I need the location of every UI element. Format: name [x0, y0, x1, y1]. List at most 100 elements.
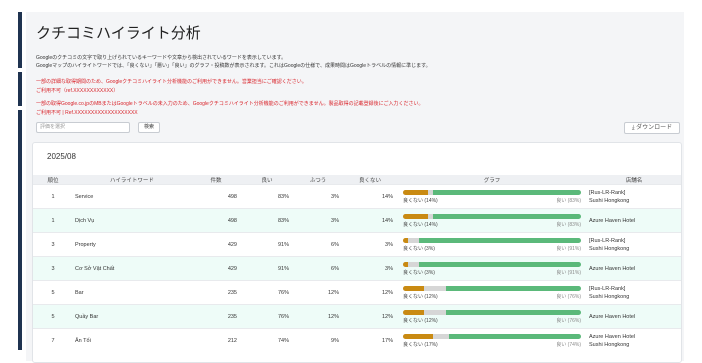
bar-neutral-segment	[424, 285, 446, 291]
cell-word: Property	[73, 232, 191, 257]
search-button[interactable]: 検索	[138, 122, 160, 133]
cell-neutral: 9%	[293, 328, 343, 352]
bar-positive-label: 良い (91%)	[556, 269, 581, 276]
bar-neutral-segment	[408, 237, 419, 243]
cell-good: 83%	[241, 184, 293, 209]
bar-positive-segment	[419, 237, 581, 243]
bar-positive-segment	[433, 189, 581, 195]
table-row[interactable]: 5 Bar 235 76% 12% 12% 良くない (12%) 良い (76%) [Rus-L…	[33, 280, 681, 305]
header-rank[interactable]: 順位	[33, 175, 73, 185]
cell-neutral: 6%	[293, 256, 343, 281]
cell-graph: 良くない (3%) 良い (91%)	[397, 256, 587, 281]
download-button[interactable]: ⤓ ダウンロード	[624, 122, 680, 134]
cell-good: 74%	[241, 328, 293, 352]
sidebar-marker	[18, 106, 22, 110]
bar-positive-segment	[433, 213, 581, 219]
bar-negative-segment	[403, 309, 425, 315]
cell-rank: 5	[33, 304, 73, 329]
bar-negative-segment	[403, 333, 434, 339]
cell-store: [Rus-LR-Rank] Sushi Hongkong	[587, 280, 681, 305]
cell-bad: 17%	[343, 328, 397, 352]
warning-line-1: 一部の詳細な取得期間のため、Googleクチコミハイライト分析機能のご利用ができ…	[36, 79, 307, 85]
cell-store: Azure Haven Hotel	[587, 256, 681, 281]
bar-positive-label: 良い (83%)	[556, 221, 581, 228]
bar-negative-label: 良くない (14%)	[403, 197, 438, 204]
cell-neutral: 6%	[293, 232, 343, 257]
main-content: クチコミハイライト分析 Googleのクチコミの文字で取り上げられているキーワー…	[26, 12, 684, 363]
cell-count: 235	[191, 304, 241, 329]
header-store[interactable]: 店舗名	[587, 175, 681, 185]
cell-count: 498	[191, 208, 241, 233]
warning-line-2: ご利用不可（ref.XXXXXXXXXXXX）	[36, 88, 119, 94]
cell-rank: 7	[33, 328, 73, 352]
cell-store: [Rus-LR-Rank] Sushi Hongkong	[587, 232, 681, 257]
table-row[interactable]: 3 Property 429 91% 6% 3% 良くない (3%) 良い (91%) [Rus…	[33, 232, 681, 257]
bar-negative-label: 良くない (12%)	[403, 317, 438, 324]
cell-count: 235	[191, 280, 241, 305]
cell-good: 83%	[241, 208, 293, 233]
store-name-1: [Rus-LR-Rank]	[589, 237, 626, 244]
bar-positive-segment	[449, 333, 581, 339]
cell-word: Quầy Bar	[73, 304, 191, 329]
sentiment-bar	[403, 261, 581, 267]
bar-negative-label: 良くない (14%)	[403, 221, 438, 228]
cell-bad: 3%	[343, 232, 397, 257]
cell-bad: 14%	[343, 184, 397, 209]
table-row[interactable]: 3 Cơ Sở Vật Chất 429 91% 6% 3% 良くない (3%) 良い (91…	[33, 256, 681, 281]
cell-rank: 5	[33, 280, 73, 305]
bar-positive-segment	[419, 261, 581, 267]
header-bad[interactable]: 良くない	[343, 175, 397, 185]
cell-bad: 3%	[343, 256, 397, 281]
search-input[interactable]: 評価を選択	[36, 122, 130, 133]
cell-neutral: 3%	[293, 208, 343, 233]
cell-graph: 良くない (12%) 良い (76%)	[397, 304, 587, 329]
bar-positive-label: 良い (83%)	[556, 197, 581, 204]
cell-graph: 良くない (12%) 良い (76%)	[397, 280, 587, 305]
store-name-2: Sushi Hongkong	[589, 245, 630, 252]
sidebar-marker	[18, 68, 22, 72]
store-name-2: Sushi Hongkong	[589, 197, 630, 204]
bar-positive-label: 良い (91%)	[556, 245, 581, 252]
store-name-1: Azure Haven Hotel	[589, 313, 636, 320]
bar-negative-segment	[403, 189, 428, 195]
table-row[interactable]: 1 Service 498 83% 3% 14% 良くない (14%) 良い (83%) [Ru…	[33, 184, 681, 209]
cell-rank: 3	[33, 232, 73, 257]
store-name-1: [Rus-LR-Rank]	[589, 189, 626, 196]
sentiment-bar	[403, 333, 581, 339]
header-count[interactable]: 件数	[191, 175, 241, 185]
cell-rank: 1	[33, 184, 73, 209]
cell-count: 498	[191, 184, 241, 209]
store-name-1: Azure Haven Hotel	[589, 265, 636, 272]
cell-good: 91%	[241, 256, 293, 281]
header-good[interactable]: 良い	[241, 175, 293, 185]
header-word[interactable]: ハイライトワード	[73, 175, 191, 185]
bar-positive-label: 良い (74%)	[556, 341, 581, 348]
bar-negative-label: 良くない (17%)	[403, 341, 438, 348]
table-row[interactable]: 1 Dịch Vụ 498 83% 3% 14% 良くない (14%) 良い (83%) Azu…	[33, 208, 681, 233]
cell-graph: 良くない (17%) 良い (74%)	[397, 328, 587, 352]
cell-graph: 良くない (14%) 良い (83%)	[397, 184, 587, 209]
bar-negative-label: 良くない (3%)	[403, 245, 435, 252]
cell-store: Azure Haven Hotel	[587, 304, 681, 329]
bar-neutral-segment	[433, 333, 450, 339]
cell-store: [Rus-LR-Rank] Sushi Hongkong	[587, 184, 681, 209]
table-row[interactable]: 7 Ăn Tối 212 74% 9% 17% 良くない (17%) 良い (74%) Azur…	[33, 328, 681, 352]
warning-line-3: 一部の取得Google.co.jpのMBまたはGoogleトラベルの未入力のため…	[36, 101, 424, 107]
header-neutral[interactable]: ふつう	[293, 175, 343, 185]
cell-neutral: 12%	[293, 304, 343, 329]
cell-count: 212	[191, 328, 241, 352]
cell-bad: 12%	[343, 280, 397, 305]
header-graph: グラフ	[397, 175, 587, 185]
description-line-1: Googleのクチコミの文字で取り上げられているキーワードや文章から検出されてい…	[36, 55, 287, 61]
sentiment-bar	[403, 189, 581, 195]
bar-negative-label: 良くない (12%)	[403, 293, 438, 300]
sentiment-bar	[403, 285, 581, 291]
table-row[interactable]: 5 Quầy Bar 235 76% 12% 12% 良くない (12%) 良い (76%) A…	[33, 304, 681, 329]
bar-negative-segment	[403, 285, 425, 291]
store-name-2: Sushi Hongkong	[589, 293, 630, 300]
cell-word: Dịch Vụ	[73, 208, 191, 233]
bar-negative-label: 良くない (3%)	[403, 269, 435, 276]
sentiment-bar	[403, 237, 581, 243]
store-name-2: Sushi Hongkong	[589, 341, 630, 348]
cell-rank: 1	[33, 208, 73, 233]
